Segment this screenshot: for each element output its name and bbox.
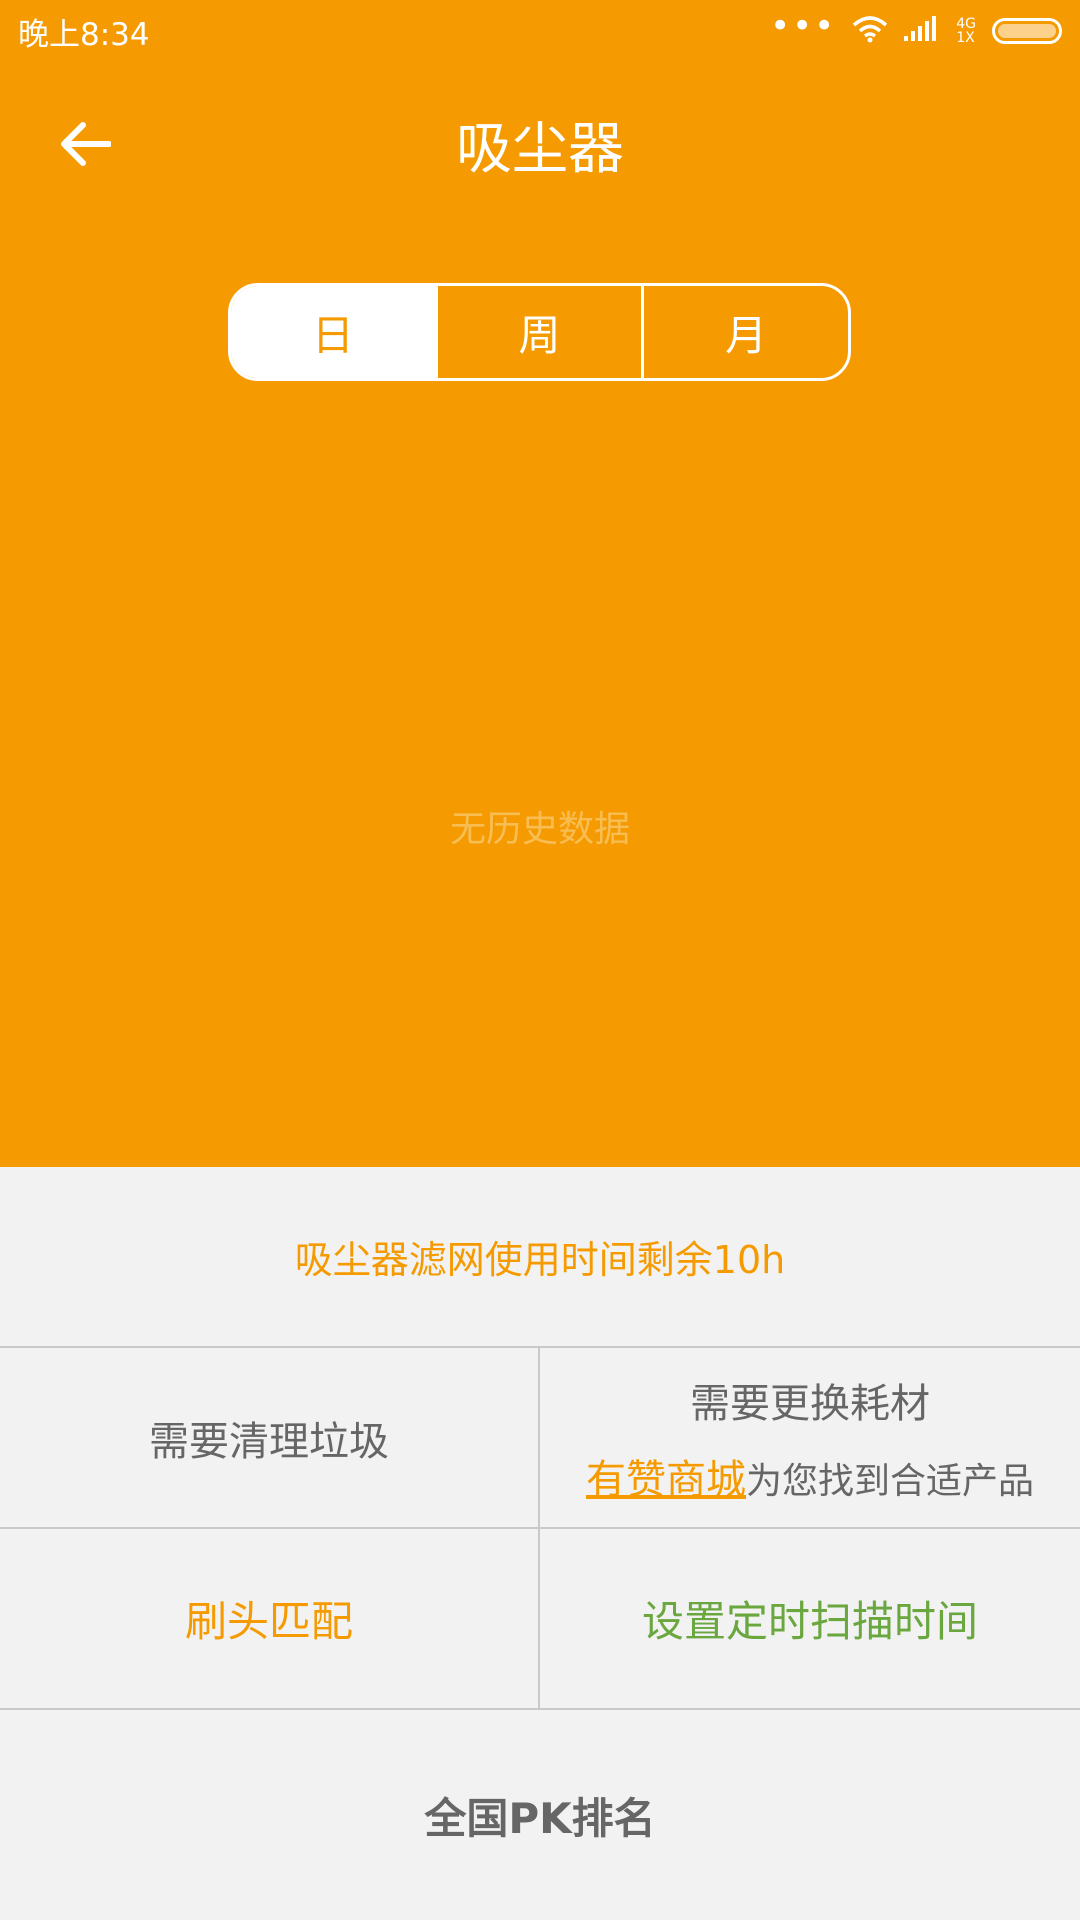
signal-icon	[904, 16, 940, 46]
replace-consumables-cell[interactable]: 需要更换耗材 有赞商城为您找到合适产品	[540, 1348, 1080, 1529]
wifi-icon	[852, 15, 888, 47]
tab-month[interactable]: 月	[641, 286, 848, 378]
mall-link[interactable]: 有赞商城	[586, 1457, 746, 1503]
empty-history-text: 无历史数据	[449, 809, 630, 850]
clean-trash-cell[interactable]: 需要清理垃圾	[0, 1348, 540, 1529]
arrow-left-icon	[61, 122, 111, 166]
header: 吸尘器	[0, 84, 1080, 204]
replace-consumables-label: 需要更换耗材	[690, 1380, 930, 1427]
period-tabs: 日 周 月	[228, 283, 851, 381]
status-time: 晚上8:34	[18, 16, 150, 53]
clean-trash-label: 需要清理垃圾	[149, 1418, 389, 1465]
filter-notice: 吸尘器滤网使用时间剩余10h	[0, 1167, 1080, 1348]
network-top-label: 4G	[956, 16, 976, 32]
hero-panel: 晚上8:34 ••• 4G 1X 吸尘器 日 周 月 无历史数据	[0, 0, 1080, 1167]
status-icons: ••• 4G 1X	[770, 9, 1062, 47]
action-grid: 需要清理垃圾 需要更换耗材 有赞商城为您找到合适产品 刷头匹配 设置定时扫描时间	[0, 1348, 1080, 1710]
network-type: 4G 1X	[956, 17, 976, 45]
mall-recommendation: 有赞商城为您找到合适产品	[586, 1447, 1034, 1505]
mall-suffix: 为您找到合适产品	[745, 1460, 1034, 1502]
tab-week[interactable]: 周	[434, 286, 642, 378]
brush-match-label: 刷头匹配	[184, 1597, 353, 1646]
network-bottom-label: 1X	[956, 30, 975, 46]
page-title: 吸尘器	[456, 116, 624, 182]
status-bar: 晚上8:34 ••• 4G 1X	[0, 0, 1080, 62]
more-dots-icon: •••	[770, 6, 837, 46]
battery-icon	[992, 18, 1062, 44]
back-button[interactable]	[50, 112, 120, 176]
brush-match-cell[interactable]: 刷头匹配	[0, 1529, 540, 1710]
app-root: 晚上8:34 ••• 4G 1X 吸尘器 日 周 月 无历史数据 吸尘器滤网使用…	[0, 0, 1080, 1920]
pk-ranking-button[interactable]: 全国PK排名	[0, 1710, 1080, 1920]
tab-day[interactable]: 日	[231, 286, 435, 378]
schedule-scan-label: 设置定时扫描时间	[641, 1597, 978, 1646]
schedule-scan-cell[interactable]: 设置定时扫描时间	[540, 1529, 1080, 1710]
